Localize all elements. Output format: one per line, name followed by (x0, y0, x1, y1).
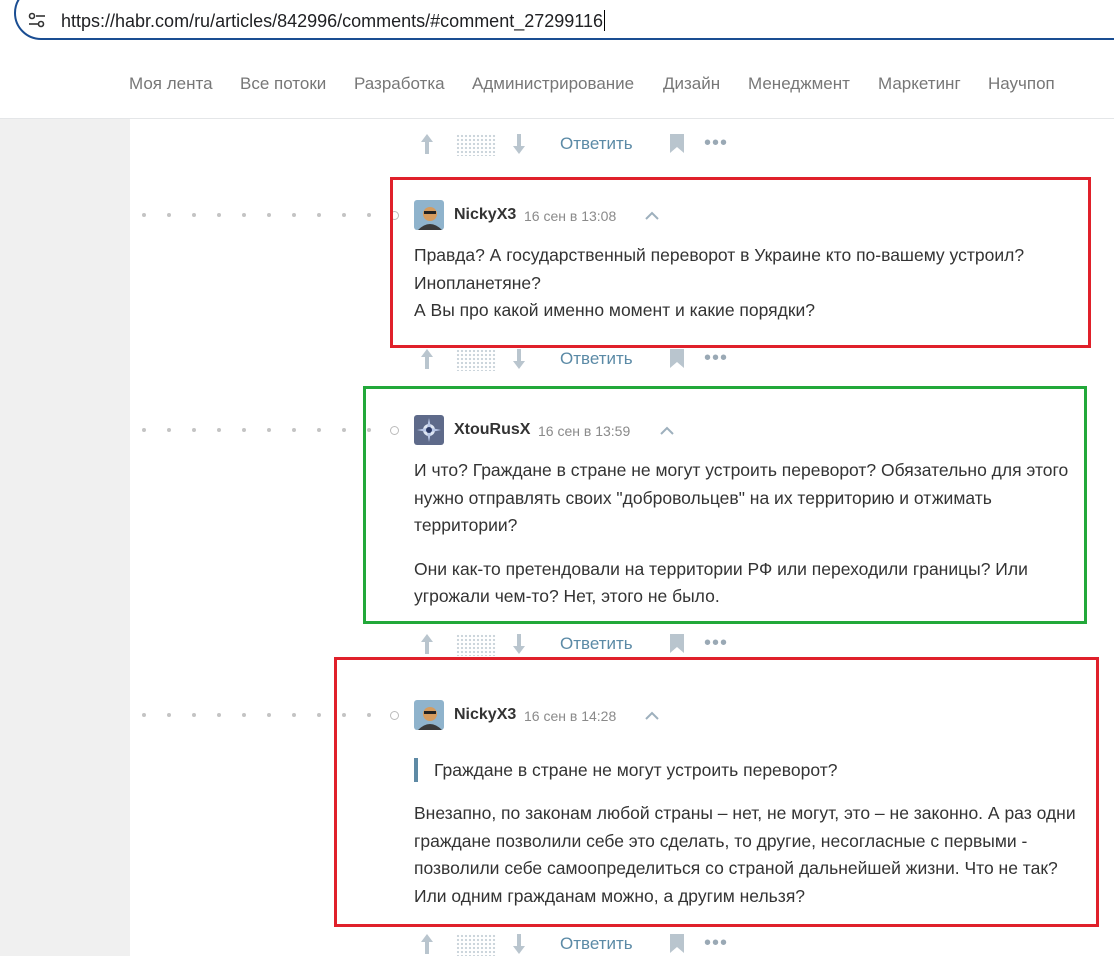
comment-paragraph: Внезапно, по законам любой страны – нет,… (414, 803, 1076, 906)
reply-link[interactable]: Ответить (560, 134, 633, 154)
comment-actions: Ответить ••• (420, 345, 740, 375)
nav-design[interactable]: Дизайн (663, 74, 720, 94)
vote-up-icon[interactable] (420, 348, 434, 370)
comment-actions: Ответить ••• (420, 130, 740, 160)
chevron-up-icon[interactable] (645, 710, 659, 720)
rating-placeholder (456, 634, 496, 656)
bookmark-icon[interactable] (670, 634, 684, 653)
nav-popular-science[interactable]: Научпоп (988, 74, 1055, 94)
reply-link[interactable]: Ответить (560, 634, 633, 654)
comment-actions: Ответить ••• (420, 630, 740, 660)
nav-administration[interactable]: Администрирование (472, 74, 634, 94)
text-caret (603, 10, 605, 31)
avatar[interactable] (414, 415, 444, 445)
comment-body: И что? Граждане в стране не могут устрои… (414, 457, 1084, 611)
chevron-up-icon[interactable] (645, 210, 659, 220)
comment-paragraph: Правда? А государственный переворот в Ук… (414, 245, 1025, 293)
vote-down-icon[interactable] (512, 133, 526, 155)
vote-up-icon[interactable] (420, 633, 434, 655)
comment-paragraph: Они как-то претендовали на территории РФ… (414, 558, 1028, 607)
more-icon[interactable]: ••• (704, 633, 728, 653)
comment-author[interactable]: NickyX3 (454, 706, 516, 724)
rating-placeholder (456, 134, 496, 156)
browser-address-bar: https://habr.com/ru/articles/842996/comm… (0, 0, 1114, 49)
bookmark-icon[interactable] (670, 134, 684, 153)
more-icon[interactable]: ••• (704, 348, 728, 368)
nav-marketing[interactable]: Маркетинг (878, 74, 961, 94)
vote-up-icon[interactable] (420, 133, 434, 155)
avatar[interactable] (414, 700, 444, 730)
nav-my-feed[interactable]: Моя лента (129, 74, 213, 94)
chevron-up-icon[interactable] (660, 425, 674, 435)
thread-indent-dots (142, 211, 402, 220)
avatar[interactable] (414, 200, 444, 230)
vote-up-icon[interactable] (420, 933, 434, 955)
comment-time[interactable]: 16 сен в 13:59 (538, 423, 630, 439)
more-icon[interactable]: ••• (704, 933, 728, 953)
comment-time[interactable]: 16 сен в 14:28 (524, 708, 616, 724)
blockquote: Граждане в стране не могут устроить пере… (414, 758, 1074, 782)
vote-down-icon[interactable] (512, 348, 526, 370)
reply-link[interactable]: Ответить (560, 934, 633, 954)
comment-body: Правда? А государственный переворот в Ук… (414, 242, 1084, 325)
nav-development[interactable]: Разработка (354, 74, 445, 94)
comment-body: Внезапно, по законам любой страны – нет,… (414, 800, 1084, 910)
url-text[interactable]: https://habr.com/ru/articles/842996/comm… (61, 10, 605, 32)
bookmark-icon[interactable] (670, 349, 684, 368)
hub-navigation: Моя лента Все потоки Разработка Админист… (0, 48, 1114, 119)
more-icon[interactable]: ••• (704, 133, 728, 153)
comment-author[interactable]: NickyX3 (454, 206, 516, 224)
rating-placeholder (456, 349, 496, 371)
vote-down-icon[interactable] (512, 933, 526, 955)
nav-management[interactable]: Менеджмент (748, 74, 850, 94)
site-settings-icon[interactable] (28, 12, 46, 28)
rating-placeholder (456, 934, 496, 956)
comment-author[interactable]: XtouRusX (454, 421, 530, 439)
vote-down-icon[interactable] (512, 633, 526, 655)
reply-link[interactable]: Ответить (560, 349, 633, 369)
bookmark-icon[interactable] (670, 934, 684, 953)
comment-time[interactable]: 16 сен в 13:08 (524, 208, 616, 224)
comment-paragraph: И что? Граждане в стране не могут устрои… (414, 460, 1069, 535)
comment-paragraph: А Вы про какой именно момент и какие пор… (414, 300, 816, 320)
nav-all-streams[interactable]: Все потоки (240, 74, 326, 94)
